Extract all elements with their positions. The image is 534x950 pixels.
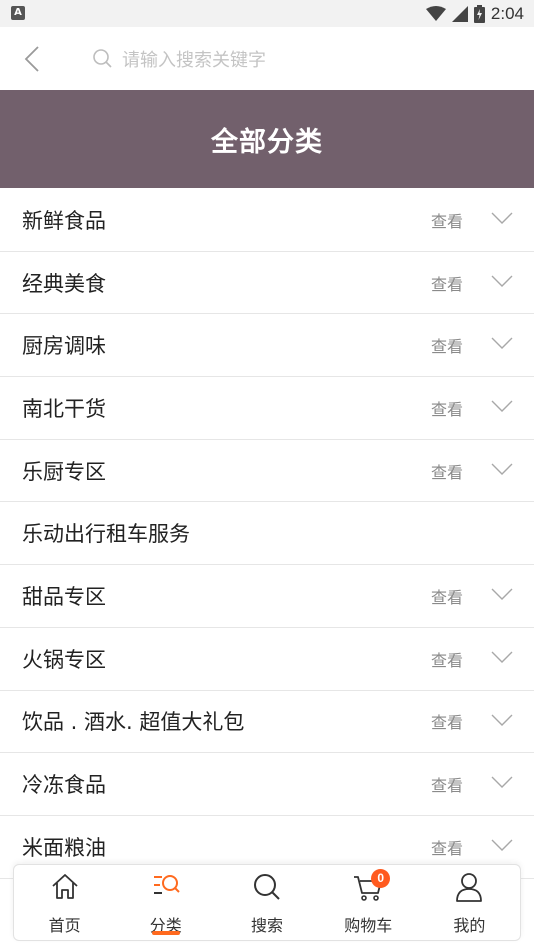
category-list: 新鲜食品 查看 经典美食 查看 厨房调味 查看 南北干货 查看 乐厨专区 查看 … xyxy=(0,189,534,879)
cart-count-badge: 0 xyxy=(371,869,391,888)
category-row[interactable]: 冷冻食品 查看 xyxy=(0,753,534,816)
page-title: 全部分类 xyxy=(211,126,323,158)
user-icon xyxy=(456,873,483,902)
bottom-tab-bar: 首页 分类 搜索 0 购物车 我的 xyxy=(13,864,521,941)
notification-icon: A xyxy=(11,6,25,20)
view-link[interactable]: 查看 xyxy=(431,208,463,232)
status-indicators: 2:04 xyxy=(425,3,524,25)
active-tab-indicator xyxy=(152,931,181,935)
cart-icon-wrap: 0 xyxy=(352,869,391,903)
category-name: 经典美食 xyxy=(22,271,106,296)
view-link[interactable]: 查看 xyxy=(431,647,463,671)
category-row[interactable]: 厨房调味 查看 xyxy=(0,314,534,378)
view-link[interactable]: 查看 xyxy=(431,835,463,859)
category-name: 甜品专区 xyxy=(22,584,106,609)
back-button[interactable] xyxy=(18,41,48,77)
tab-label: 购物车 xyxy=(344,916,393,935)
chevron-down-icon[interactable] xyxy=(491,462,513,476)
chevron-down-icon[interactable] xyxy=(491,713,513,727)
search-placeholder: 请输入搜索关键字 xyxy=(122,50,266,71)
wifi-icon xyxy=(425,6,446,21)
category-row[interactable]: 饮品 . 酒水. 超值大礼包 查看 xyxy=(0,691,534,754)
category-search-icon xyxy=(153,875,180,894)
category-name: 饮品 . 酒水. 超值大礼包 xyxy=(22,710,245,735)
chevron-down-icon[interactable] xyxy=(491,650,513,664)
search-icon xyxy=(93,49,112,68)
category-name: 乐动出行租车服务 xyxy=(22,522,190,547)
view-link[interactable]: 查看 xyxy=(431,333,463,357)
category-row[interactable]: 乐厨专区 查看 xyxy=(0,440,534,503)
view-link[interactable]: 查看 xyxy=(431,271,463,295)
home-icon xyxy=(51,874,78,899)
view-link[interactable]: 查看 xyxy=(431,772,463,796)
category-name: 新鲜食品 xyxy=(22,208,106,233)
search-header: 请输入搜索关键字 xyxy=(0,27,534,90)
chevron-down-icon[interactable] xyxy=(491,587,513,601)
chevron-down-icon[interactable] xyxy=(491,399,513,413)
status-bar: A 2:04 xyxy=(0,0,534,27)
view-link[interactable]: 查看 xyxy=(431,709,463,733)
category-name: 冷冻食品 xyxy=(22,773,106,798)
category-name: 乐厨专区 xyxy=(22,459,106,484)
category-name: 厨房调味 xyxy=(22,334,106,359)
chevron-down-icon[interactable] xyxy=(491,838,513,852)
chevron-down-icon[interactable] xyxy=(491,336,513,350)
battery-icon xyxy=(473,5,485,23)
category-row[interactable]: 甜品专区 查看 xyxy=(0,565,534,628)
category-name: 火锅专区 xyxy=(22,647,106,672)
category-name: 南北干货 xyxy=(22,396,106,421)
view-link[interactable]: 查看 xyxy=(431,396,463,420)
view-link[interactable]: 查看 xyxy=(431,584,463,608)
clock: 2:04 xyxy=(490,4,524,23)
page-banner: 全部分类 xyxy=(0,90,534,188)
chevron-down-icon[interactable] xyxy=(491,274,513,288)
tab-label: 首页 xyxy=(48,916,81,935)
search-input[interactable]: 请输入搜索关键字 xyxy=(92,43,266,75)
tab-home[interactable]: 首页 xyxy=(14,865,115,940)
tab-profile[interactable]: 我的 xyxy=(419,865,520,940)
chevron-down-icon[interactable] xyxy=(491,211,513,225)
view-link[interactable]: 查看 xyxy=(431,459,463,483)
tab-label: 搜索 xyxy=(251,916,284,935)
category-name: 米面粮油 xyxy=(22,835,106,860)
category-row[interactable]: 经典美食 查看 xyxy=(0,252,534,315)
signal-icon xyxy=(451,6,468,22)
category-row[interactable]: 南北干货 查看 xyxy=(0,377,534,440)
tab-category[interactable]: 分类 xyxy=(115,865,216,940)
tab-label: 我的 xyxy=(453,916,486,935)
category-row[interactable]: 新鲜食品 查看 xyxy=(0,189,534,252)
chevron-left-icon xyxy=(24,46,39,72)
search-icon xyxy=(254,874,280,900)
tab-search[interactable]: 搜索 xyxy=(216,865,317,940)
category-row[interactable]: 火锅专区 查看 xyxy=(0,628,534,691)
chevron-down-icon[interactable] xyxy=(491,775,513,789)
tab-cart[interactable]: 0 购物车 xyxy=(318,865,419,940)
category-row[interactable]: 乐动出行租车服务 xyxy=(0,502,534,566)
